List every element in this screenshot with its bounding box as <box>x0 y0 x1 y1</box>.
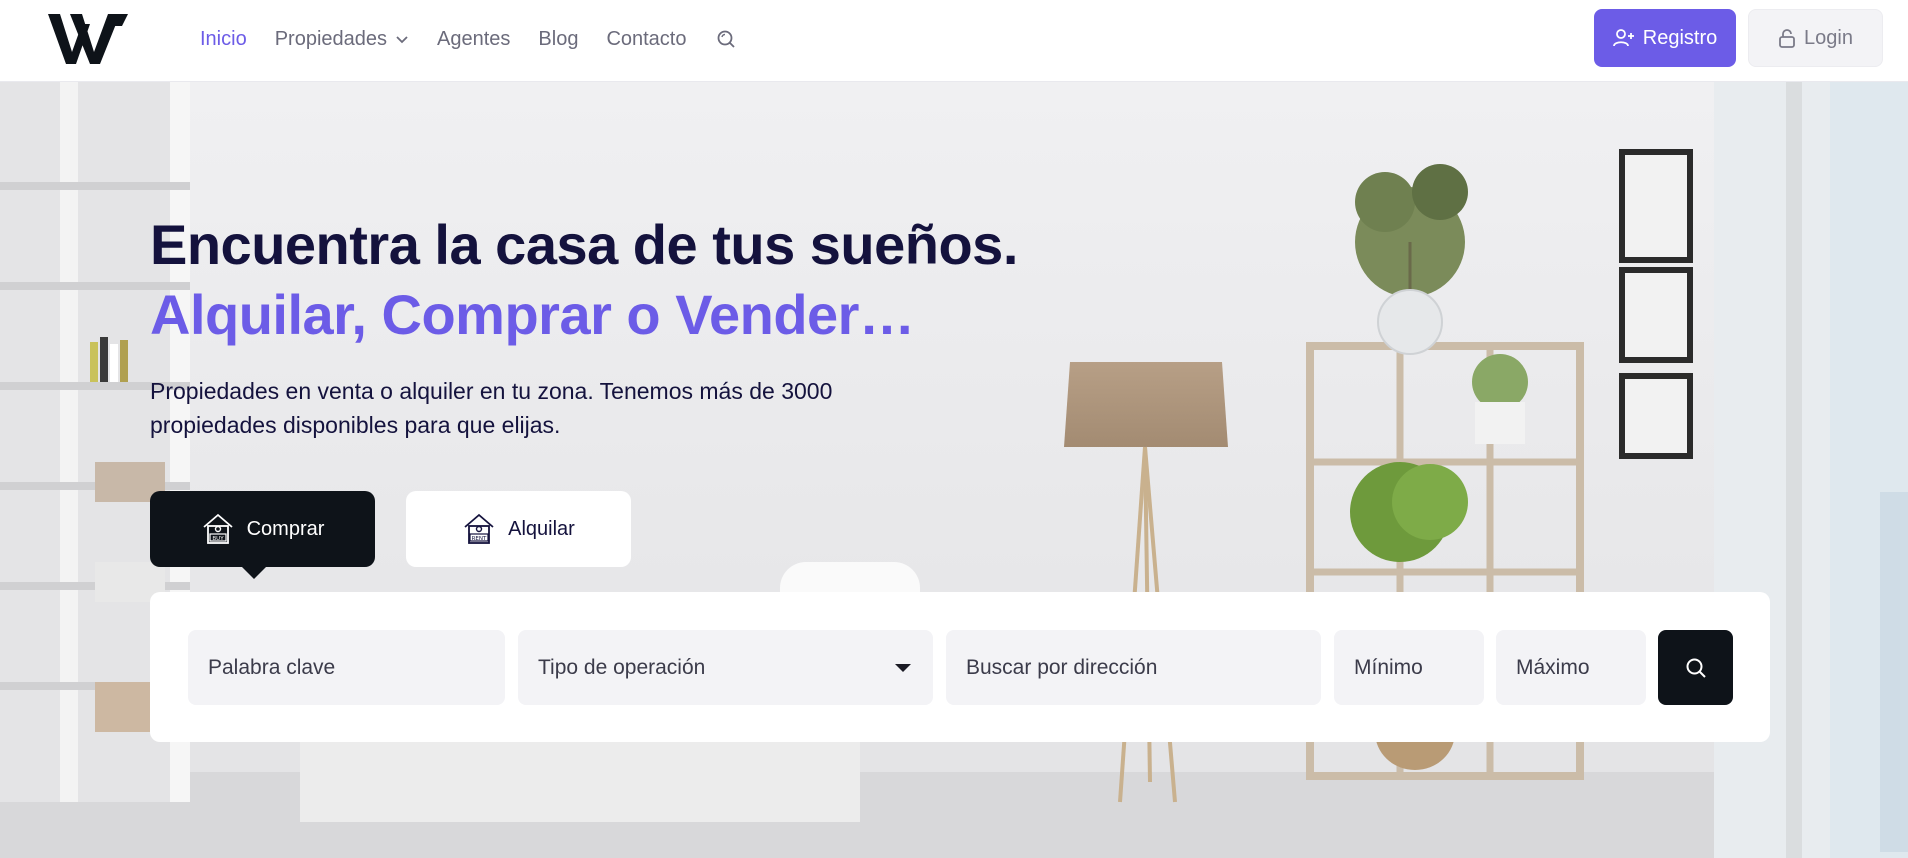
tab-comprar[interactable]: BUY Comprar <box>150 491 375 579</box>
registro-label: Registro <box>1642 26 1718 49</box>
svg-text:BUY: BUY <box>212 536 224 542</box>
hero-description: Propiedades en venta o alquiler en tu zo… <box>150 378 833 438</box>
nav-item-inicio[interactable]: Inicio <box>200 28 247 51</box>
nav-item-blog[interactable]: Blog <box>538 28 578 51</box>
min-placeholder: Mínimo <box>1354 655 1423 679</box>
hero-subtitle: Alquilar, Comprar o Vender… <box>150 283 915 346</box>
house-buy-icon: BUY <box>203 513 233 544</box>
user-plus-icon <box>1612 29 1634 47</box>
search-icon[interactable] <box>715 28 737 50</box>
nav-item-agentes[interactable]: Agentes <box>437 28 510 51</box>
operation-type-select[interactable]: Tipo de operación <box>518 630 933 705</box>
address-input[interactable]: Buscar por dirección <box>946 630 1321 705</box>
tab-alquilar-label: Alquilar <box>508 517 575 540</box>
nav-item-contacto[interactable]: Contacto <box>606 28 686 51</box>
search-form: Palabra clave Tipo de operación Buscar p… <box>150 592 1770 742</box>
search-button[interactable] <box>1658 630 1733 705</box>
hero-title: Encuentra la casa de tus sueños. <box>150 213 1018 276</box>
tab-comprar-label: Comprar <box>246 517 325 540</box>
login-label: Login <box>1804 26 1853 49</box>
min-price-input[interactable]: Mínimo <box>1334 630 1484 705</box>
svg-text:RENT: RENT <box>472 536 487 542</box>
caret-down-icon <box>895 663 911 672</box>
house-rent-icon: RENT <box>464 513 494 544</box>
keyword-input[interactable]: Palabra clave <box>188 630 505 705</box>
site-header: Inicio Propiedades Agentes Blog Contacto… <box>0 0 1908 82</box>
chevron-down-icon <box>396 36 408 44</box>
registro-button[interactable]: Registro <box>1594 9 1736 67</box>
search-icon <box>1686 658 1706 678</box>
address-placeholder: Buscar por dirección <box>966 655 1158 679</box>
max-price-input[interactable]: Máximo <box>1496 630 1646 705</box>
tab-alquilar[interactable]: RENT Alquilar <box>406 491 631 567</box>
max-placeholder: Máximo <box>1516 655 1590 679</box>
hero-section: Encuentra la casa de tus sueños. Alquila… <box>0 82 1908 858</box>
brand-logo[interactable] <box>48 14 128 64</box>
operation-placeholder: Tipo de operación <box>538 655 706 679</box>
lock-icon <box>1779 29 1795 48</box>
login-button[interactable]: Login <box>1748 9 1883 67</box>
nav-item-propiedades[interactable]: Propiedades <box>275 28 409 51</box>
main-nav: Inicio Propiedades Agentes Blog Contacto <box>200 0 737 78</box>
keyword-placeholder: Palabra clave <box>208 655 336 679</box>
